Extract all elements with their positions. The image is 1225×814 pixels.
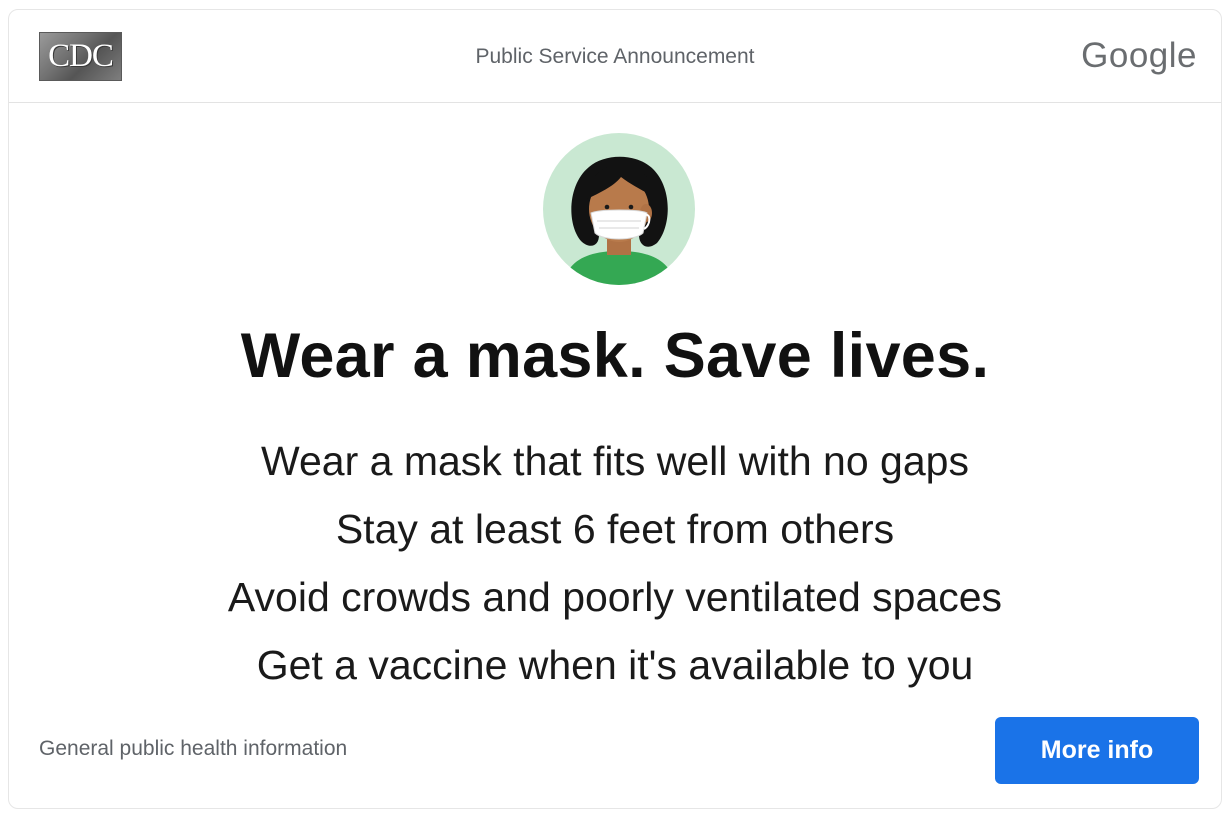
tip-item: Get a vaccine when it's available to you xyxy=(256,642,974,688)
tip-item: Avoid crowds and poorly ventilated space… xyxy=(227,574,1003,620)
footer-note: General public health information xyxy=(39,737,348,760)
tip-item: Wear a mask that fits well with no gaps xyxy=(261,438,969,484)
card-header: CDC Public Service Announcement Google xyxy=(9,10,1221,103)
tip-item: Stay at least 6 feet from others xyxy=(335,506,895,552)
tips-list: Wear a mask that fits well with no gaps … xyxy=(9,427,1221,699)
headline: Wear a mask. Save lives. xyxy=(240,321,990,391)
masked-person-avatar-icon xyxy=(543,133,695,285)
psa-card: CDC Public Service Announcement Google W… xyxy=(8,9,1222,809)
google-logo: Google xyxy=(1081,36,1197,75)
more-info-button[interactable]: More info xyxy=(995,717,1199,784)
psa-label: Public Service Announcement xyxy=(475,45,755,68)
